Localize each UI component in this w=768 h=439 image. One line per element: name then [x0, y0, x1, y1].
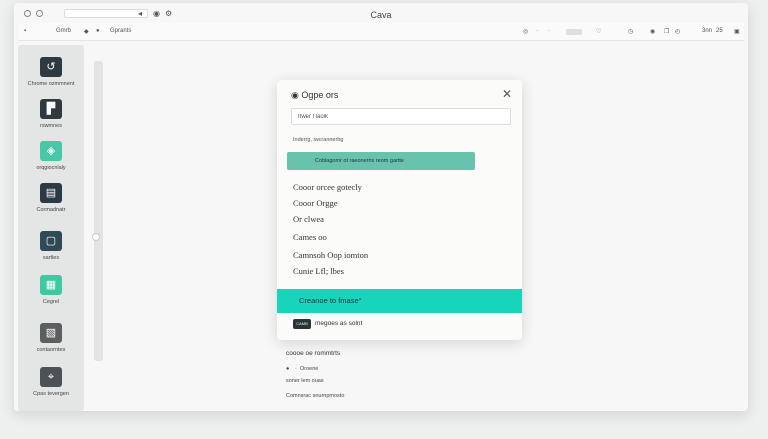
dot-icon: ·	[536, 28, 538, 34]
panel-icon[interactable]: ▣	[734, 28, 740, 35]
shield-icon: ◉	[291, 90, 299, 100]
chip-label: megoes as solnt	[315, 320, 363, 327]
dialog-title: ◉ Ogpe ors	[291, 90, 339, 100]
sidebar-item-4[interactable]: ▢ sartles	[18, 231, 84, 261]
sidebar-item-label: orqgiocnlaly	[36, 165, 66, 171]
info-icon: ●	[286, 366, 290, 372]
sidebar-item-label: contaorntes	[36, 347, 66, 353]
scrollbar[interactable]	[94, 61, 103, 361]
scroll-handle[interactable]	[92, 233, 100, 241]
toolbar-right-text[interactable]: Gprants	[110, 28, 131, 34]
dialog-option[interactable]: Or clwea	[293, 214, 324, 224]
text-icon: ▤	[40, 183, 62, 203]
sidebar-item-label: Cegrel	[42, 299, 60, 305]
dialog-option[interactable]: Cooor orcee gotecly	[293, 182, 362, 192]
search-field[interactable]	[566, 29, 582, 35]
list-item[interactable]: Oroene	[300, 366, 318, 372]
scan-icon: ⌖	[40, 367, 62, 387]
sidebar-item-0[interactable]: ↺ Chrome ozmmnent	[18, 57, 84, 87]
dialog-option[interactable]: Cunie Lfl; lbes	[293, 266, 344, 276]
shield-icon[interactable]: ◎	[523, 28, 528, 35]
shape-icon: ◈	[40, 141, 62, 161]
close-icon[interactable]: ✕	[502, 87, 512, 101]
status-number: 25	[716, 28, 723, 34]
dialog-subtitle: Inderrg, iwcrannerbg	[293, 137, 344, 143]
heart-icon[interactable]: ♡	[596, 28, 601, 35]
dialog-option[interactable]: Cames oo	[293, 232, 327, 242]
sidebar-item-6[interactable]: ▧ contaorntes	[18, 323, 84, 353]
sidebar-item-label: Cormadnatr	[36, 207, 66, 213]
dot-icon: ·	[548, 28, 550, 34]
sidebar-item-7[interactable]: ⌖ Cpas tevergen	[18, 367, 84, 397]
create-banner-button[interactable]: Creanoe to fmase°	[277, 289, 522, 313]
cloud-icon[interactable]: ●	[96, 28, 100, 34]
layout-icon: ▧	[40, 323, 62, 343]
dialog-search-input[interactable]	[291, 108, 511, 125]
dot-icon: ·	[295, 366, 297, 372]
grid-icon: ▦	[40, 275, 62, 295]
sidebar: ↺ Chrome ozmmnent ▛ rswmnes ◈ orqgiocnla…	[18, 45, 84, 411]
title-bar: ◂ ◉ ⚙ Cava	[14, 3, 748, 23]
lock-icon[interactable]: ◆	[84, 28, 89, 35]
sidebar-item-label: Cpas tevergen	[33, 391, 69, 397]
list-item[interactable]: soner lem ouas	[286, 378, 324, 384]
toolbar-left-text[interactable]: Gmrb	[56, 28, 71, 34]
copy-icon[interactable]: ❐	[664, 28, 669, 35]
image-icon: ▛	[40, 99, 62, 119]
sidebar-item-label: sartles	[42, 255, 60, 261]
selected-option[interactable]: Coblagomr ot raeonerns reom gartte	[287, 152, 475, 170]
dialog-option[interactable]: Cooor Orgge	[293, 198, 337, 208]
clock-icon[interactable]: ◴	[675, 28, 680, 35]
chip-badge[interactable]: CAMB	[293, 319, 311, 329]
toolbar: ▪ Gmrb ◆ ● Gprants ◎ · · ♡ ◷ ◉ ❐ ◴ 3nn 2…	[18, 23, 744, 41]
shield-icon[interactable]: ◉	[650, 28, 655, 35]
sidebar-item-5[interactable]: ▦ Cegrel	[18, 275, 84, 305]
sidebar-item-3[interactable]: ▤ Cormadnatr	[18, 183, 84, 213]
menu-icon[interactable]: ▪	[24, 28, 26, 34]
dialog-option[interactable]: Camnsoh Oop iomton	[293, 250, 368, 260]
sidebar-item-1[interactable]: ▛ rswmnes	[18, 99, 84, 129]
window-title: Cava	[370, 10, 392, 20]
sidebar-item-2[interactable]: ◈ orqgiocnlaly	[18, 141, 84, 171]
dialog: ◉ Ogpe ors ✕ Inderrg, iwcrannerbg Coblag…	[277, 80, 522, 340]
frame-icon: ▢	[40, 231, 62, 251]
history-icon[interactable]: ◷	[628, 28, 633, 35]
sidebar-item-label: rswmnes	[39, 123, 62, 129]
link-icon: ↺	[40, 57, 62, 77]
list-item[interactable]: Comnsrac snurnpmosto	[286, 393, 344, 399]
section-heading: coooe oe rommtrts	[286, 350, 341, 357]
status-text: 3nn	[702, 28, 713, 34]
sidebar-item-label: Chrome ozmmnent	[27, 81, 75, 87]
